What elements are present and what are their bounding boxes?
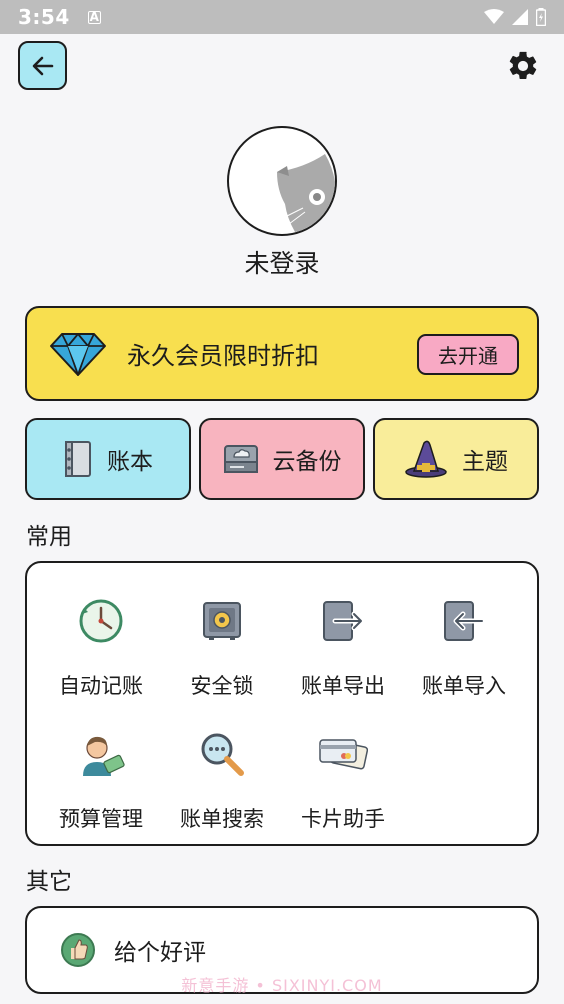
export-icon [318,596,368,646]
cat-avatar-icon [277,154,335,232]
tool-card-assistant[interactable]: 卡片助手 [282,729,404,833]
status-bar: 3:54 A [0,0,564,34]
auto-clock-icon [76,596,126,646]
status-icons [484,8,546,26]
tool-label: 账单搜索 [180,807,264,831]
tool-label: 预算管理 [59,807,143,831]
diamond-icon [50,332,106,376]
tool-label: 卡片助手 [301,807,385,831]
ledger-label: 账本 [107,449,153,475]
wizard-hat-icon [405,440,447,478]
open-vip-button[interactable]: 去开通 [417,334,519,375]
tool-label: 安全锁 [190,674,254,698]
tool-auto-record[interactable]: 自动记账 [40,596,162,700]
common-section-title: 常用 [26,524,72,550]
ledger-card[interactable]: 账本 [25,418,191,500]
common-tools-card: 自动记账 安全锁 账单导出 账单导入 预算管理 账单搜索 卡片助手 [25,561,539,846]
safe-lock-icon [197,596,247,646]
rate-us-label: 给个好评 [114,940,206,966]
tool-label: 账单导入 [422,674,506,698]
username-label[interactable]: 未登录 [0,244,564,280]
back-button[interactable] [18,41,67,90]
tool-import-bill[interactable]: 账单导入 [403,596,525,700]
tool-budget[interactable]: 预算管理 [40,729,162,833]
budget-person-icon [76,729,126,779]
tool-search-bill[interactable]: 账单搜索 [161,729,283,833]
theme-label: 主题 [462,449,508,475]
wifi-icon [484,9,504,24]
cloud-backup-card[interactable]: 云备份 [199,418,365,500]
cloud-backup-icon [223,445,258,473]
import-icon [439,596,489,646]
theme-card[interactable]: 主题 [373,418,539,500]
settings-button[interactable] [502,45,544,87]
battery-icon [536,8,546,26]
thumbs-up-icon [61,933,95,967]
vip-banner[interactable]: 永久会员限时折扣 去开通 [25,306,539,401]
ledger-book-icon [65,441,91,477]
watermark: 新意手游 • SIXINYI.COM [181,976,383,995]
tool-safe-lock[interactable]: 安全锁 [161,596,283,700]
status-time: 3:54 [18,5,70,29]
notification-icon: A [87,10,101,24]
vip-promo-text: 永久会员限时折扣 [127,342,319,370]
tool-label: 自动记账 [59,674,143,698]
other-section-title: 其它 [26,869,72,895]
arrow-left-icon [32,56,53,75]
tool-label: 账单导出 [301,674,385,698]
search-magnifier-icon [197,729,247,779]
gear-icon [509,51,537,80]
avatar[interactable] [227,126,337,236]
cloud-backup-label: 云备份 [272,449,342,475]
cards-icon [318,729,368,779]
tool-export-bill[interactable]: 账单导出 [282,596,404,700]
signal-icon [512,9,528,25]
